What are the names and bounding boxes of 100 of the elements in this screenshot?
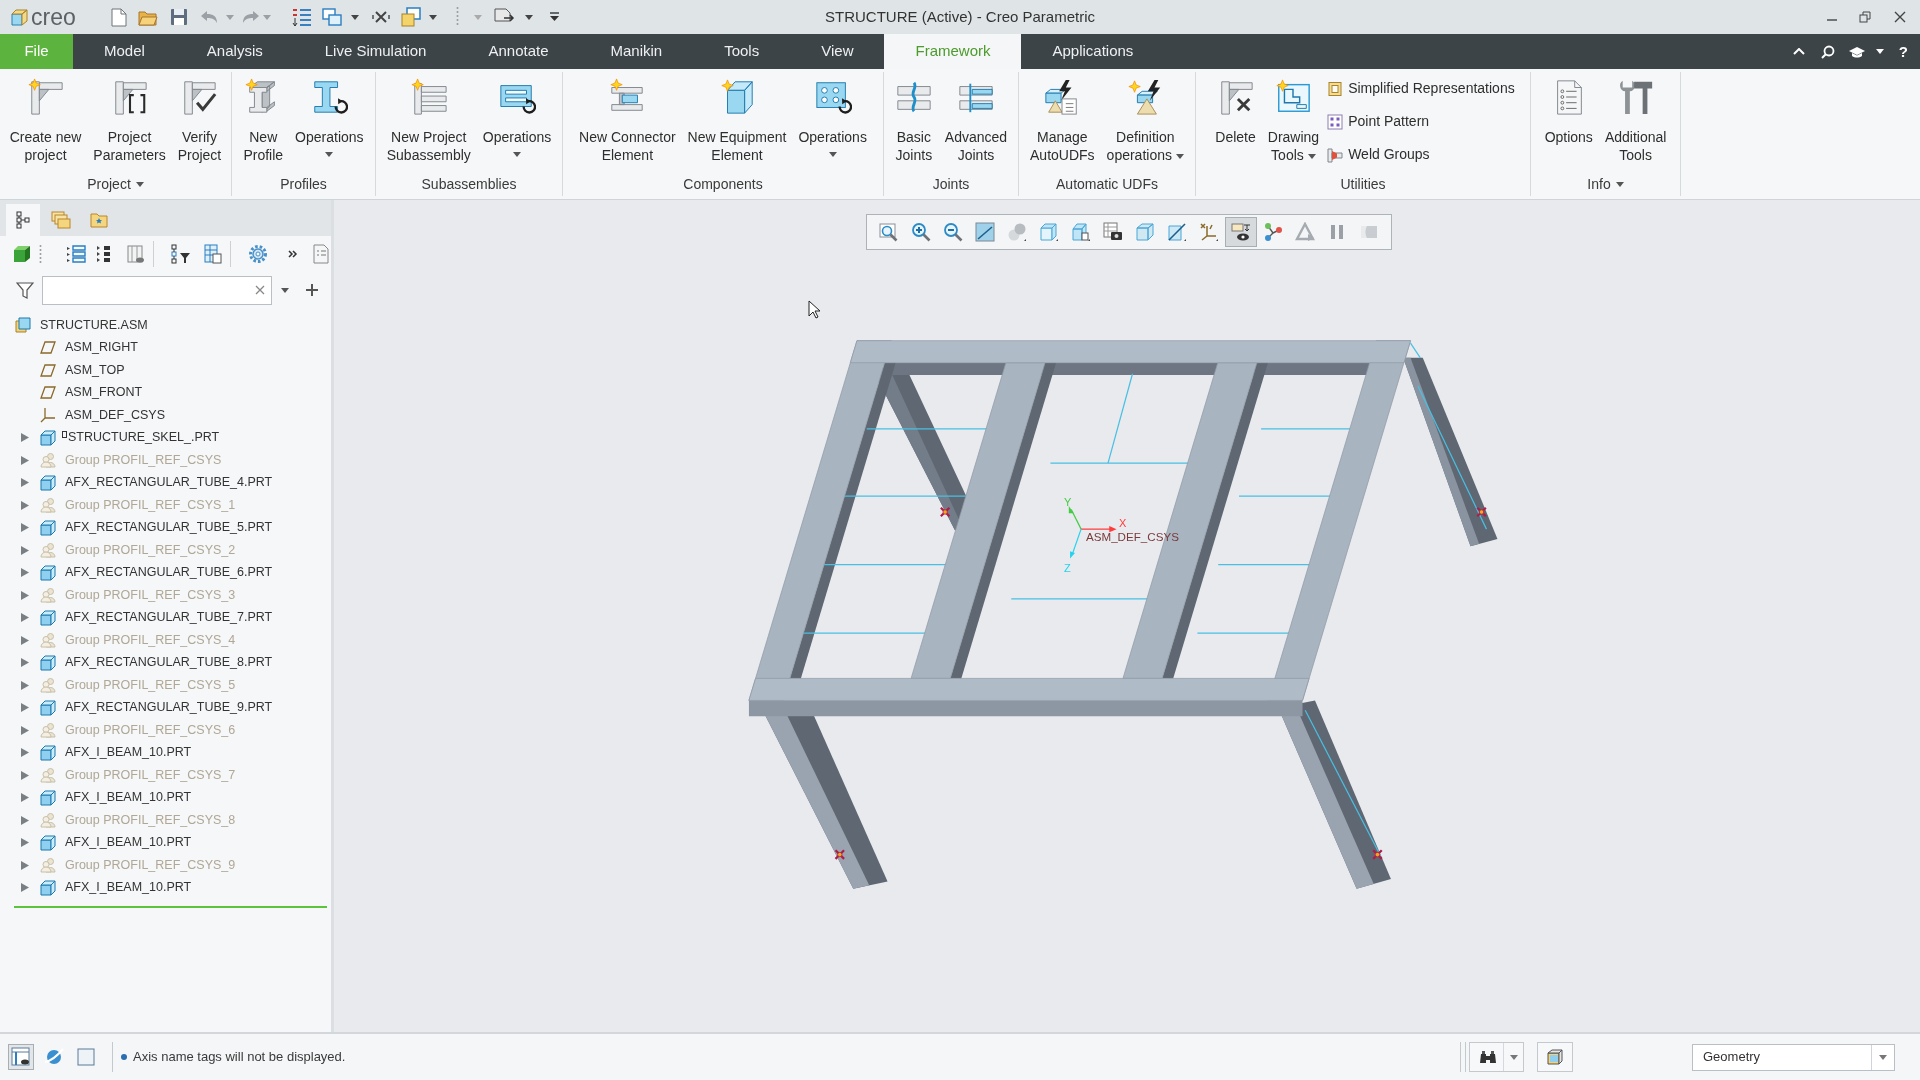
- ribbon-button[interactable]: Operations: [792, 72, 873, 157]
- view-toolbar-button[interactable]: [1225, 217, 1257, 247]
- tree-item-label[interactable]: AFX_I_BEAM_10.PRT: [65, 833, 192, 853]
- expand-arrow-icon[interactable]: [21, 590, 29, 600]
- tree-item-label[interactable]: AFX_I_BEAM_10.PRT: [65, 743, 192, 763]
- chevron-up-icon[interactable]: [1792, 48, 1805, 55]
- expand-arrow-icon[interactable]: [21, 883, 29, 893]
- folder-icon[interactable]: [138, 8, 158, 26]
- caret-icon[interactable]: [281, 287, 289, 293]
- expand-arrow-icon[interactable]: [21, 478, 29, 488]
- indented-list-icon[interactable]: [96, 244, 112, 264]
- ribbon-button[interactable]: New Project Subassembly: [380, 72, 477, 164]
- find-split-button[interactable]: [1469, 1042, 1524, 1072]
- tree-item-label[interactable]: ASM_RIGHT: [65, 338, 138, 358]
- expand-arrow-icon[interactable]: [21, 545, 29, 555]
- caret-icon[interactable]: [525, 14, 533, 20]
- grip-dots-icon[interactable]: [456, 6, 459, 28]
- expand-arrow-icon[interactable]: [21, 658, 29, 668]
- tree-item-label[interactable]: AFX_I_BEAM_10.PRT: [65, 788, 192, 808]
- ribbon-tab[interactable]: Analysis: [175, 34, 294, 69]
- tree-item-label[interactable]: AFX_I_BEAM_10.PRT: [65, 878, 192, 898]
- table-document-icon[interactable]: [204, 244, 222, 264]
- ribbon-button[interactable]: Definition operations: [1100, 72, 1190, 164]
- ribbon-small-button[interactable]: Point Pattern: [1325, 105, 1517, 138]
- grip-dots-icon[interactable]: [39, 244, 42, 264]
- expand-arrow-icon[interactable]: [21, 523, 29, 533]
- expand-arrow-icon[interactable]: [21, 838, 29, 848]
- clear-icon[interactable]: [255, 285, 265, 295]
- search-icon[interactable]: [1820, 44, 1835, 59]
- expand-arrow-icon[interactable]: [21, 680, 29, 690]
- ribbon-button[interactable]: New Profile: [237, 72, 290, 164]
- group-menu-button[interactable]: Project: [87, 173, 144, 195]
- expand-arrow-icon[interactable]: [21, 770, 29, 780]
- ribbon-button[interactable]: Operations: [289, 72, 370, 157]
- restore-icon[interactable]: [1859, 11, 1871, 23]
- new-file-icon[interactable]: [111, 7, 127, 27]
- ribbon-tab[interactable]: Live Simulation: [293, 34, 458, 69]
- shaded-cube-icon[interactable]: [13, 245, 31, 263]
- tree-item-label[interactable]: ASM_FRONT: [65, 383, 143, 403]
- list-arrows-icon[interactable]: [292, 7, 312, 27]
- ribbon-button[interactable]: Additional Tools: [1598, 72, 1673, 164]
- ribbon-tab[interactable]: Applications: [1021, 34, 1165, 69]
- expand-arrow-icon[interactable]: [21, 748, 29, 758]
- ribbon-tab[interactable]: View: [790, 34, 885, 69]
- windows-icon[interactable]: [322, 7, 342, 27]
- ribbon-button[interactable]: Advanced Joints: [938, 72, 1014, 164]
- display-button[interactable]: [1537, 1042, 1573, 1072]
- ribbon-tab[interactable]: Model: [73, 34, 176, 69]
- ribbon-tab[interactable]: Annotate: [457, 34, 580, 69]
- expand-arrow-icon[interactable]: [21, 455, 29, 465]
- group-menu-button[interactable]: Info: [1587, 173, 1624, 195]
- ribbon-small-button[interactable]: Weld Groups: [1325, 138, 1517, 171]
- filter-funnel-icon[interactable]: [16, 281, 34, 299]
- tree-item-label[interactable]: STRUCTURE_SKEL_.PRT: [68, 428, 220, 448]
- list-arrows-icon[interactable]: [66, 244, 86, 264]
- document-icon[interactable]: [313, 244, 329, 264]
- expand-arrow-icon[interactable]: [21, 433, 29, 443]
- columns-eye-icon[interactable]: [127, 244, 145, 264]
- caret-icon[interactable]: [351, 14, 359, 20]
- close-icon[interactable]: [1894, 11, 1906, 23]
- ribbon-button[interactable]: Basic Joints: [888, 72, 939, 164]
- expand-arrow-icon[interactable]: [21, 613, 29, 623]
- ribbon-small-button[interactable]: Simplified Representations: [1325, 72, 1517, 105]
- tree-item-label[interactable]: ASM_TOP: [65, 360, 125, 380]
- expand-arrow-icon[interactable]: [21, 793, 29, 803]
- binoculars-icon[interactable]: [1479, 1050, 1497, 1064]
- expand-arrow-icon[interactable]: [21, 815, 29, 825]
- ribbon-button[interactable]: Operations: [476, 72, 558, 157]
- ribbon-button[interactable]: Create new project: [3, 72, 88, 164]
- insert-marker[interactable]: [14, 906, 327, 908]
- help-button[interactable]: ?: [1898, 44, 1908, 59]
- double-chevron-icon[interactable]: [288, 249, 298, 259]
- tree-item-label[interactable]: ASM_DEF_CSYS: [65, 405, 166, 425]
- ribbon-button[interactable]: Options: [1538, 72, 1599, 146]
- tree-filter-icon[interactable]: [171, 244, 191, 264]
- customize-caret-icon[interactable]: [550, 12, 559, 22]
- close-window-icon[interactable]: [372, 9, 390, 25]
- ribbon-tab[interactable]: Manikin: [579, 34, 694, 69]
- stacked-windows-icon[interactable]: [401, 7, 421, 27]
- selection-filter-dropdown[interactable]: Geometry: [1692, 1043, 1895, 1071]
- search-field[interactable]: [42, 275, 272, 305]
- ribbon-tab[interactable]: Tools: [693, 34, 791, 69]
- expand-arrow-icon[interactable]: [21, 725, 29, 735]
- tree-item-label[interactable]: AFX_RECTANGULAR_TUBE_8.PRT: [65, 653, 273, 673]
- ribbon-button[interactable]: New Connector Element: [573, 72, 682, 164]
- graduation-cap-icon[interactable]: [1847, 45, 1866, 58]
- expand-arrow-icon[interactable]: [21, 635, 29, 645]
- save-icon[interactable]: [170, 8, 188, 26]
- undo-icon[interactable]: [200, 10, 218, 24]
- tree-item-label[interactable]: AFX_RECTANGULAR_TUBE_6.PRT: [65, 563, 273, 583]
- panel-tab[interactable]: [6, 204, 40, 236]
- ribbon-button[interactable]: Project Parameters: [87, 72, 172, 164]
- status-tool-button[interactable]: [8, 1044, 34, 1070]
- tree-item-label[interactable]: STRUCTURE.ASM: [40, 315, 148, 335]
- expand-arrow-icon[interactable]: [21, 860, 29, 870]
- expand-arrow-icon[interactable]: [21, 568, 29, 578]
- caret-icon[interactable]: [1510, 1054, 1518, 1060]
- expand-arrow-icon[interactable]: [21, 703, 29, 713]
- ribbon-button[interactable]: Drawing Tools: [1261, 72, 1326, 164]
- expand-arrow-icon[interactable]: [21, 500, 29, 510]
